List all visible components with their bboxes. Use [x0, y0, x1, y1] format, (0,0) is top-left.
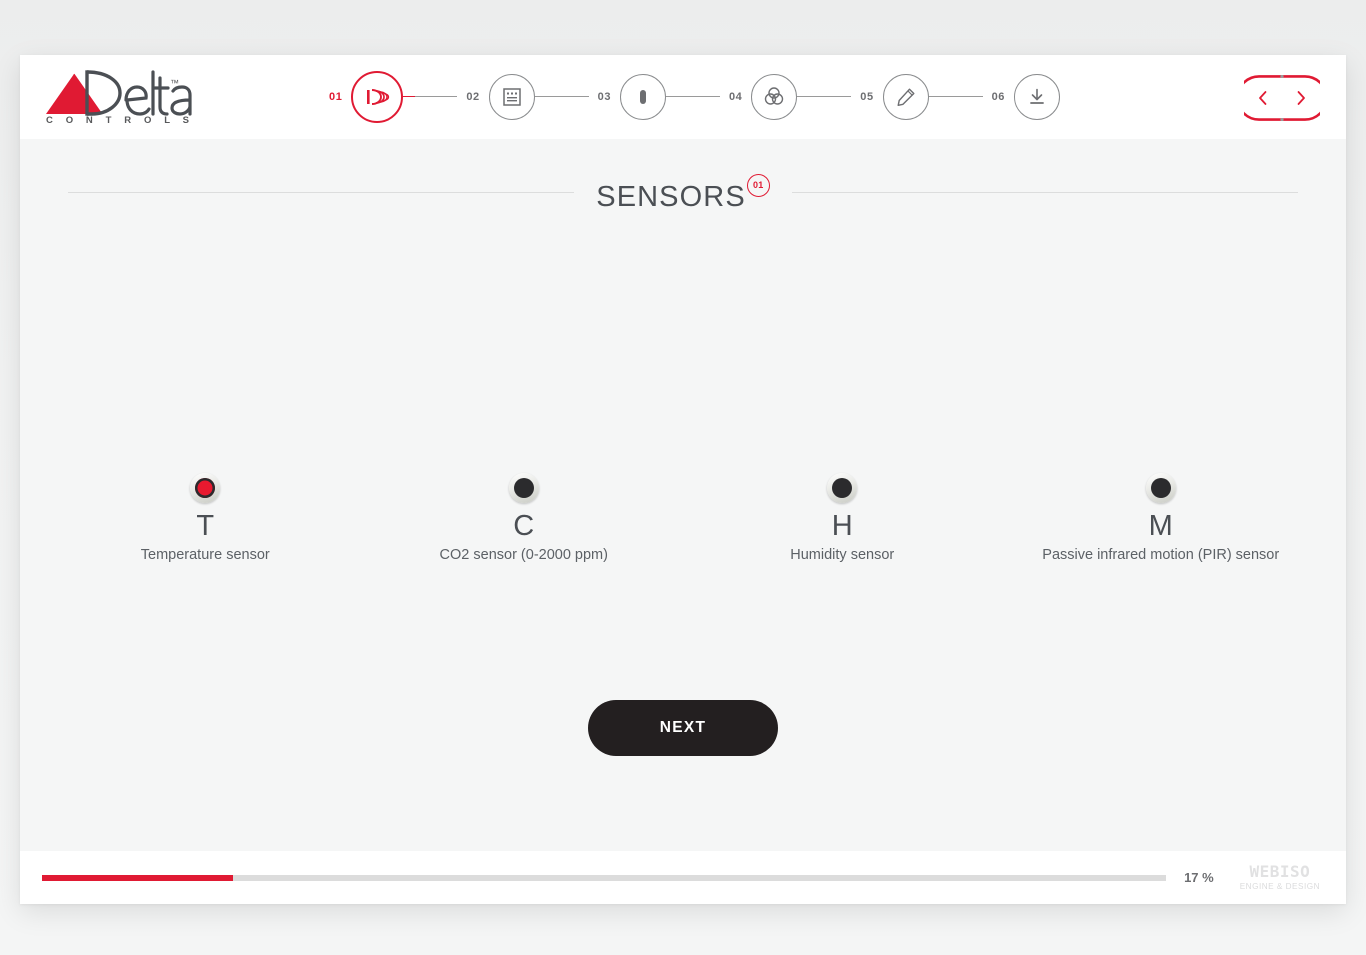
page-title: SENSORS	[596, 180, 746, 213]
progress-bar	[42, 874, 1167, 881]
title-rule-left	[68, 191, 575, 193]
section-title: SENSORS 01	[574, 173, 792, 212]
signal-wave-icon	[367, 89, 390, 105]
step-06-circle[interactable]	[1014, 74, 1060, 120]
step-03[interactable]: 03	[588, 74, 667, 120]
co2-letter: C	[513, 510, 535, 542]
step-01-circle[interactable]	[351, 71, 404, 123]
pir-letter: M	[1148, 510, 1173, 542]
step-02-circle[interactable]	[488, 74, 535, 120]
step-nav-pill	[1244, 75, 1320, 121]
sensor-options: T Temperature sensor C CO2 sensor (0-200…	[20, 473, 1346, 563]
progress-percent: 17 %	[1184, 870, 1214, 885]
step-01[interactable]: 01	[320, 71, 404, 123]
step-06-number: 06	[982, 91, 1014, 103]
sensor-option-temperature[interactable]: T Temperature sensor	[46, 473, 365, 563]
logo-mark: ™	[42, 70, 192, 116]
delta-logo-icon	[46, 70, 192, 116]
download-icon	[1030, 88, 1044, 104]
progress-bar-fill	[42, 874, 234, 881]
step-04-circle[interactable]	[751, 74, 798, 120]
app-footer: 17 % WEBISO ENGINE & DESIGN	[20, 851, 1346, 904]
vendor-name: WEBISO	[1249, 862, 1311, 882]
step-03-number: 03	[588, 91, 621, 103]
step-02[interactable]: 02	[457, 74, 535, 120]
vendor-tagline: ENGINE & DESIGN	[1239, 881, 1320, 891]
step-02-number: 02	[457, 91, 489, 103]
display-keypad-icon	[503, 88, 521, 106]
step-01-number: 01	[320, 91, 352, 103]
pir-led-indicator[interactable]	[1145, 473, 1176, 503]
humidity-letter: H	[831, 510, 853, 542]
sensor-option-humidity[interactable]: H Humidity sensor	[683, 473, 1002, 563]
prev-step-button[interactable]	[1244, 75, 1282, 121]
chevron-left-icon	[1259, 91, 1267, 105]
vendor-watermark: WEBISO ENGINE & DESIGN	[1239, 862, 1320, 891]
step-05[interactable]: 05	[851, 74, 929, 120]
capsule-icon	[640, 90, 647, 104]
next-button[interactable]: NEXT	[588, 700, 778, 756]
step-04[interactable]: 04	[719, 74, 798, 120]
sensor-option-pir[interactable]: M Passive infrared motion (PIR) sensor	[1002, 473, 1321, 563]
step-05-number: 05	[851, 91, 883, 103]
venn-circles-icon	[765, 87, 784, 105]
humidity-label: Humidity sensor	[790, 547, 895, 563]
logo-subtitle: C O N T R O L S	[46, 115, 195, 126]
temperature-led-indicator[interactable]	[190, 473, 221, 503]
next-step-button[interactable]	[1282, 75, 1320, 121]
temperature-letter: T	[196, 510, 215, 542]
step-06[interactable]: 06	[982, 74, 1060, 120]
co2-led-indicator[interactable]	[508, 473, 539, 503]
configurator-card: ™ C O N T R O L S 01 02 03 04 05 06 SENS…	[20, 55, 1346, 904]
step-05-circle[interactable]	[882, 74, 929, 120]
co2-label: CO2 sensor (0-2000 ppm)	[439, 547, 608, 563]
humidity-led-indicator[interactable]	[827, 473, 858, 503]
title-rule-right	[791, 191, 1299, 193]
step-progress-nav: 01 02 03 04 05 06	[320, 55, 1060, 139]
sensor-option-co2[interactable]: C CO2 sensor (0-2000 ppm)	[365, 473, 684, 563]
page-step-badge: 01	[746, 173, 770, 197]
step-04-number: 04	[719, 91, 752, 103]
section-title-row: SENSORS 01	[20, 166, 1346, 218]
logo-trademark: ™	[170, 78, 179, 88]
chevron-right-icon	[1297, 91, 1305, 105]
app-header: ™ C O N T R O L S 01 02 03 04 05 06	[20, 55, 1346, 139]
pencil-icon	[897, 88, 915, 106]
temperature-label: Temperature sensor	[140, 547, 270, 563]
step-03-circle[interactable]	[620, 74, 667, 120]
pir-label: Passive infrared motion (PIR) sensor	[1042, 547, 1280, 563]
delta-controls-logo: ™ C O N T R O L S	[42, 70, 202, 132]
next-button-row: NEXT	[20, 700, 1346, 756]
